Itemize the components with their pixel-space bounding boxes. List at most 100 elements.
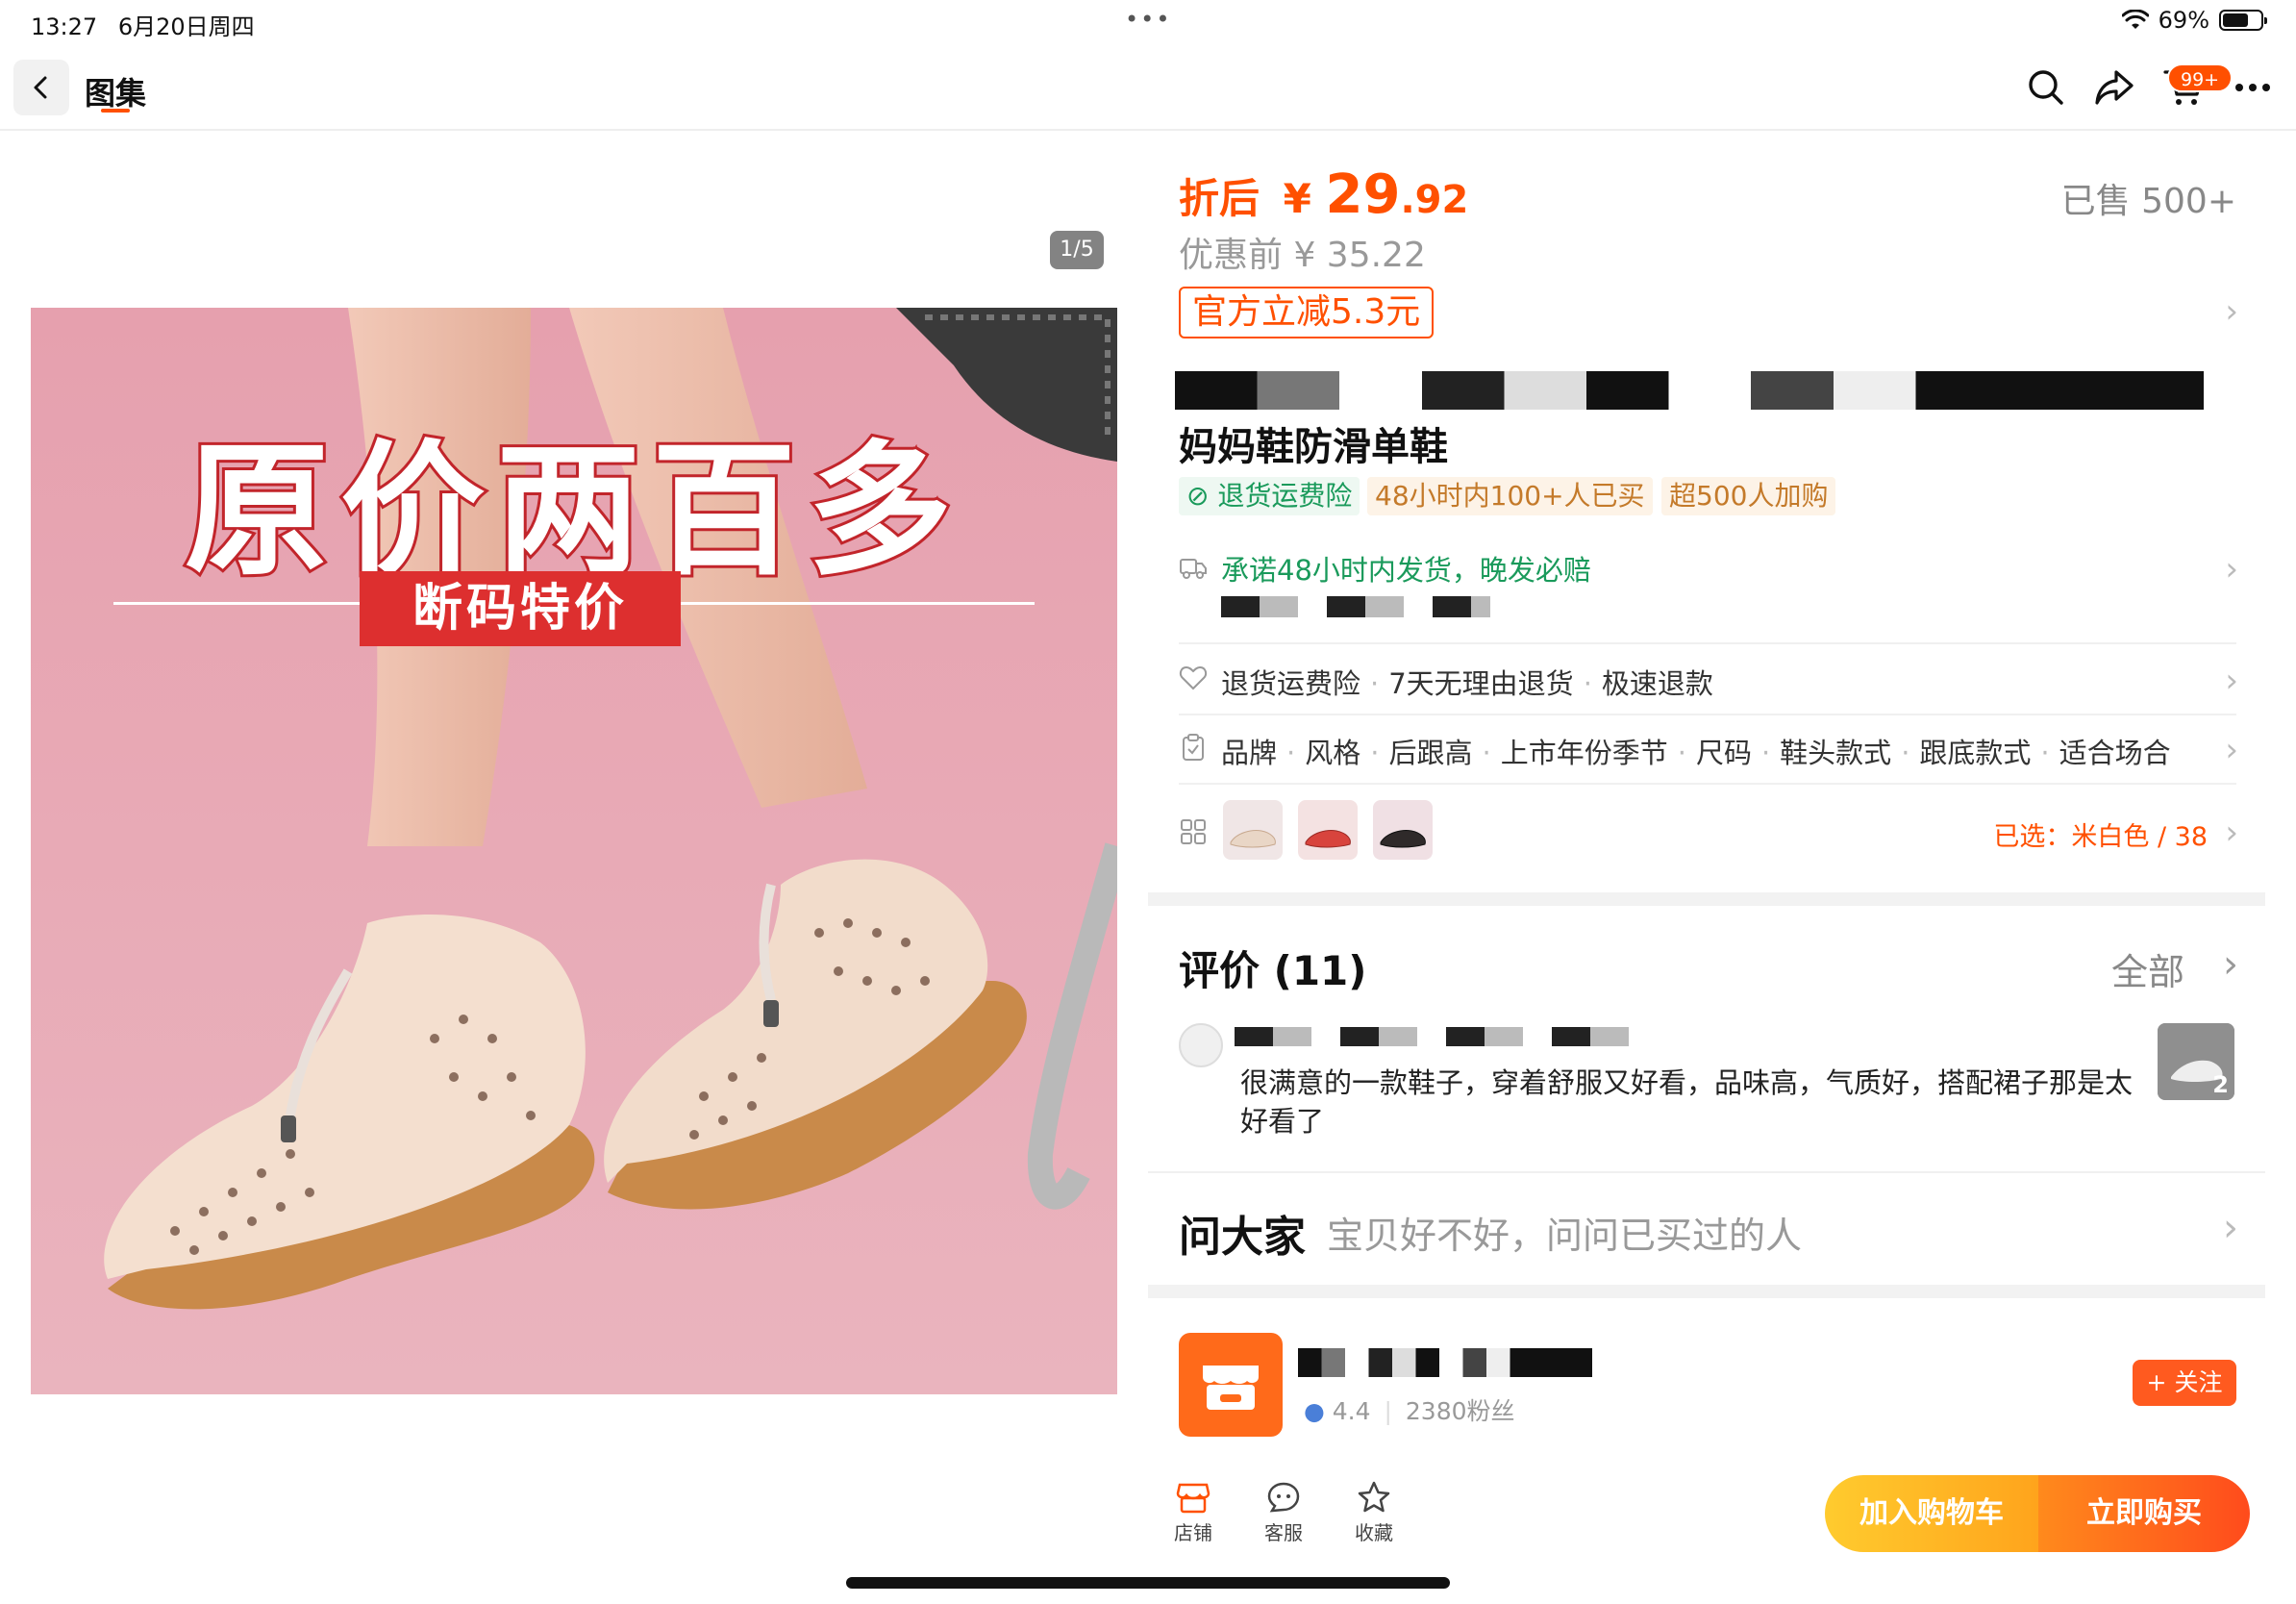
product-image[interactable]: 原价两百多 断码特价	[31, 308, 1117, 1394]
chat-bubble-icon	[1267, 1482, 1300, 1513]
review-text: 很满意的一款鞋子，穿着舒服又好看，品味高，气质好，搭配裙子那是太好看了	[1240, 1066, 2134, 1138]
redacted-text	[1221, 596, 1490, 617]
share-icon	[2095, 70, 2134, 105]
image-banner: 断码特价	[360, 571, 681, 646]
param-item: 鞋头款式	[1780, 737, 1892, 769]
status-time: 13:27 6月20日周四	[31, 8, 255, 41]
original-price: 优惠前 ¥ 35.22	[1179, 236, 1426, 275]
shop-rating: 4.4	[1332, 1397, 1371, 1425]
heart-icon	[1179, 665, 1208, 690]
tag-recent-buyers: 48小时内100+人已买	[1367, 477, 1653, 515]
status-time-value: 13:27	[31, 13, 98, 40]
sku-thumb[interactable]	[1223, 800, 1283, 860]
status-indicators: 69%	[2121, 7, 2267, 34]
ask-subtitle[interactable]: 宝贝好不好，问问已买过的人	[1327, 1206, 1802, 1259]
chevron-right-icon[interactable]: ›	[2225, 550, 2238, 589]
share-button[interactable]	[2090, 63, 2138, 112]
product-title: 妈妈鞋防滑单鞋	[1179, 425, 1448, 469]
price-integer: 29	[1325, 163, 1401, 226]
row-divider	[1179, 783, 2236, 785]
service-guarantees[interactable]: 退货运费险 · 7天无理由退货 · 极速退款	[1221, 662, 1713, 702]
cart-count-badge: 99+	[2167, 63, 2234, 92]
price-decimal: .92	[1400, 178, 1469, 222]
more-button[interactable]	[2229, 63, 2277, 112]
image-page-counter: 1/5	[1050, 231, 1104, 269]
param-item: 后跟高	[1388, 737, 1473, 769]
review-photo-count: 2	[2212, 1071, 2229, 1098]
reviews-all-link[interactable]: 全部	[2111, 942, 2184, 995]
favorite-tab[interactable]: 收藏	[1340, 1481, 1408, 1545]
shop-logo[interactable]	[1179, 1333, 1283, 1437]
section-separator	[1148, 1285, 2265, 1298]
sold-count: 已售 500+	[2060, 182, 2236, 221]
redacted-text	[1298, 1348, 1592, 1377]
tag-return-insurance: ⊘ 退货运费险	[1179, 477, 1360, 515]
service-item: 极速退款	[1601, 667, 1713, 700]
review-photo[interactable]: 2	[2158, 1023, 2234, 1100]
favorite-tab-label: 收藏	[1355, 1521, 1393, 1544]
back-button[interactable]	[13, 60, 69, 115]
clipboard-icon	[1183, 734, 1204, 761]
medal-icon: ●	[1304, 1397, 1325, 1425]
store-icon	[1203, 1366, 1259, 1410]
param-item: 上市年份季节	[1500, 737, 1668, 769]
back-icon	[34, 76, 47, 99]
row-divider	[1179, 714, 2236, 715]
tab-gallery[interactable]: 图集	[85, 69, 146, 113]
chevron-right-icon[interactable]: ›	[2223, 1206, 2238, 1250]
buy-now-button[interactable]: 立即购买	[2038, 1475, 2250, 1552]
discount-tag[interactable]: 官方立减5.3元	[1179, 287, 1435, 338]
chevron-right-icon[interactable]: ›	[2223, 942, 2238, 987]
image-rule-left	[113, 602, 360, 605]
avatar[interactable]	[1179, 1023, 1223, 1067]
follow-button[interactable]: + 关注	[2133, 1360, 2236, 1406]
truck-icon	[1180, 559, 1207, 579]
redacted-text	[1235, 1027, 1640, 1046]
more-icon	[2235, 84, 2270, 91]
customer-service-tab[interactable]: 客服	[1250, 1481, 1317, 1545]
redacted-text	[1175, 371, 2204, 410]
sku-thumb[interactable]	[1373, 800, 1433, 860]
sku-thumb[interactable]	[1298, 800, 1358, 860]
search-button[interactable]	[2022, 63, 2070, 112]
add-to-cart-button[interactable]: 加入购物车	[1825, 1475, 2038, 1552]
price-currency: ¥	[1283, 175, 1311, 222]
section-separator	[1148, 892, 2265, 906]
store-tab[interactable]: 店铺	[1160, 1481, 1227, 1545]
star-icon	[1358, 1481, 1390, 1513]
row-divider	[1179, 642, 2236, 644]
store-tab-label: 店铺	[1174, 1521, 1212, 1544]
image-rule-right	[681, 602, 1035, 605]
multitask-dots[interactable]: •••	[1125, 6, 1171, 33]
tag-label: 退货运费险	[1217, 480, 1353, 512]
store-icon	[1176, 1483, 1210, 1514]
chevron-right-icon[interactable]: ›	[2225, 814, 2238, 852]
customer-service-tab-label: 客服	[1264, 1521, 1303, 1544]
shield-check-icon: ⊘	[1186, 480, 1210, 512]
discount-price: 折后 ¥ 29.92	[1179, 163, 1468, 226]
product-params[interactable]: 品牌 · 风格 · 后跟高 · 上市年份季节 · 尺码 · 鞋头款式 · 跟底款式 · 适合场合	[1221, 731, 2171, 771]
price-label: 折后	[1179, 175, 1260, 222]
chevron-right-icon[interactable]: ›	[2225, 662, 2238, 700]
ask-title[interactable]: 问大家	[1179, 1202, 1306, 1264]
status-date: 6月20日周四	[117, 13, 255, 40]
reviews-title: 评价 (11)	[1179, 947, 1367, 994]
home-indicator[interactable]	[846, 1577, 1450, 1589]
wifi-icon	[2121, 10, 2149, 29]
param-item: 尺码	[1695, 737, 1752, 769]
shipping-promise[interactable]: 承诺48小时内发货，晚发必赔	[1221, 548, 1591, 589]
param-item: 跟底款式	[1919, 737, 2032, 769]
grid-icon	[1181, 819, 1206, 844]
battery-icon	[2219, 10, 2267, 31]
chevron-right-icon[interactable]: ›	[2225, 292, 2238, 331]
search-icon	[2029, 70, 2063, 105]
shop-meta: ● 4.4 | 2380粉丝	[1304, 1397, 1515, 1425]
service-item: 退货运费险	[1221, 667, 1361, 700]
selected-sku[interactable]: 已选：米白色 / 38	[1993, 815, 2208, 853]
param-item: 风格	[1305, 737, 1361, 769]
battery-percent: 69%	[2158, 7, 2209, 34]
nav-divider	[0, 129, 2296, 131]
chevron-right-icon[interactable]: ›	[2225, 731, 2238, 769]
shop-fans: 2380粉丝	[1405, 1397, 1515, 1425]
param-item: 品牌	[1221, 737, 1278, 769]
